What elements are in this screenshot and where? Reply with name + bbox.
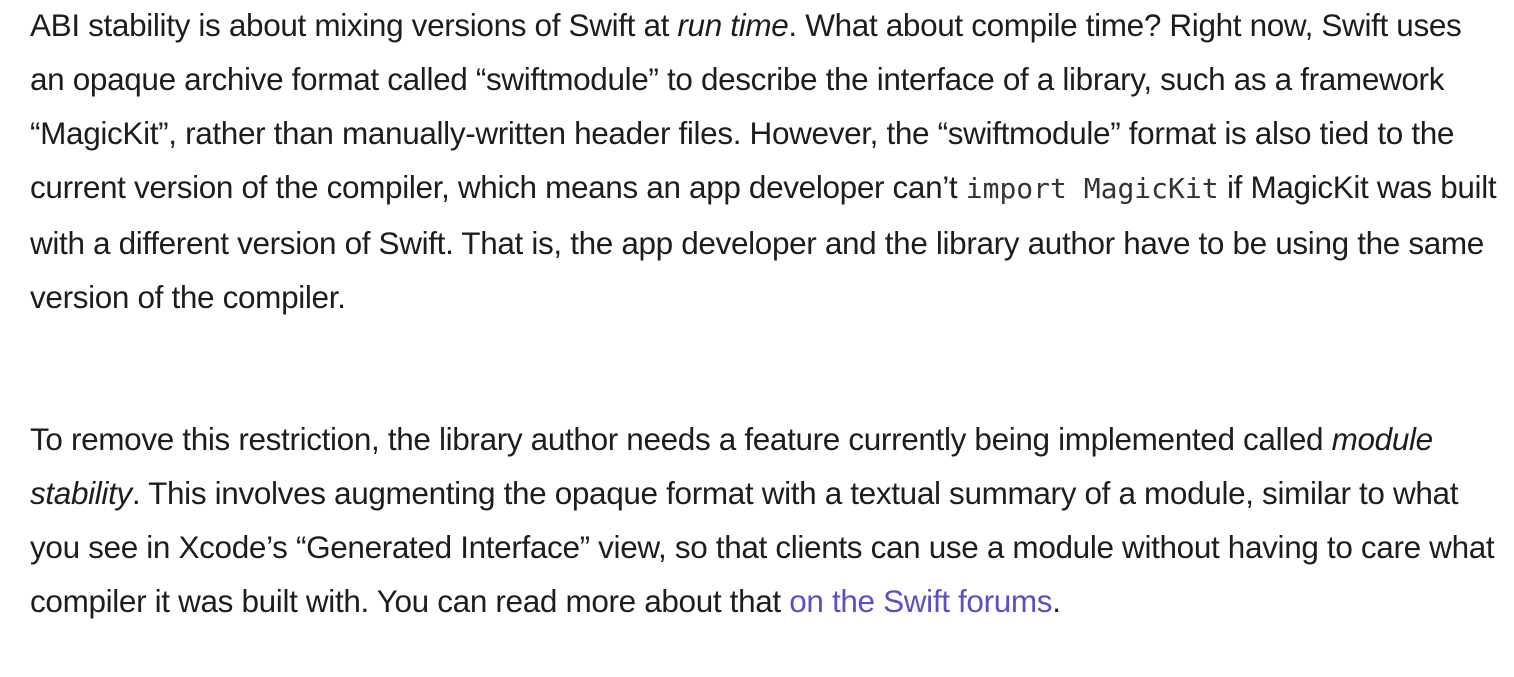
inline-code-import: import MagicKit: [965, 172, 1219, 205]
emphasis-run-time: run time: [677, 7, 789, 43]
paragraph-text: .: [1052, 583, 1061, 619]
swift-forums-link[interactable]: on the Swift forums: [789, 583, 1052, 619]
paragraph-text: ABI stability is about mixing versions o…: [30, 7, 678, 43]
paragraph-abi-stability: ABI stability is about mixing versions o…: [30, 0, 1500, 324]
paragraph-text: . This involves augmenting the opaque fo…: [30, 475, 1495, 619]
paragraph-module-stability: To remove this restriction, the library …: [30, 412, 1500, 628]
paragraph-text: To remove this restriction, the library …: [30, 421, 1332, 457]
